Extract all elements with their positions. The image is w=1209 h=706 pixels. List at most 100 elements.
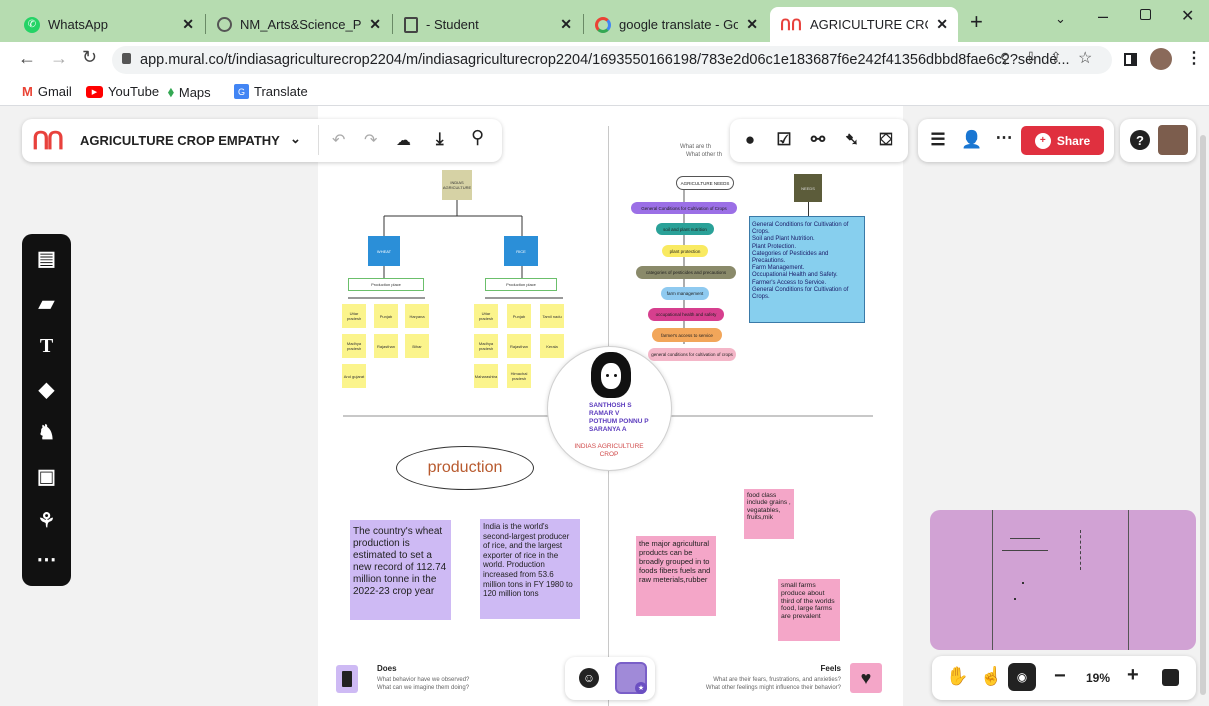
cloud-sync-icon[interactable]: ☁: [396, 131, 411, 149]
place-note[interactable]: Bihar: [405, 334, 429, 358]
user-avatar[interactable]: [1158, 125, 1188, 155]
needs-list-note[interactable]: General Conditions for Cultivation of Cr…: [749, 216, 865, 323]
diagram-icon[interactable]: ⚘: [22, 508, 71, 533]
production-place-right[interactable]: Production place: [485, 278, 557, 291]
zoom-out-button[interactable]: −: [1054, 665, 1066, 688]
url-bar[interactable]: app.mural.co/t/indiasagriculturecrop2204…: [112, 46, 1112, 74]
tab-student[interactable]: - Student ✕: [394, 7, 582, 42]
vertical-scrollbar[interactable]: [1200, 135, 1206, 695]
pointer-icon[interactable]: ☝: [980, 666, 1002, 687]
side-panel-icon[interactable]: [1124, 53, 1137, 66]
flow-step[interactable]: farmer's access to service: [652, 328, 722, 342]
close-tab-icon[interactable]: ✕: [369, 16, 381, 33]
search-icon[interactable]: ⚲: [471, 127, 484, 148]
place-note[interactable]: Himachal pradesh: [507, 364, 531, 388]
undo-icon[interactable]: ↶: [332, 130, 345, 150]
zoom-level[interactable]: 19%: [1086, 671, 1110, 685]
install-icon[interactable]: ⇩: [1025, 49, 1037, 66]
browser-menu-icon[interactable]: ⋮: [1186, 48, 1202, 68]
minimize-button[interactable]: –: [1098, 6, 1108, 27]
zoom-lens-icon[interactable]: ⚲: [1000, 50, 1010, 67]
image-icon[interactable]: ▣: [22, 464, 71, 489]
place-note[interactable]: Haryana: [405, 304, 429, 328]
privacy-icon[interactable]: ⛋: [874, 130, 898, 150]
export-icon[interactable]: ⤓: [436, 129, 444, 149]
redo-icon[interactable]: ↷: [364, 130, 377, 150]
place-note[interactable]: Uttar pradesh: [474, 304, 498, 328]
shapes-icon[interactable]: ◆: [22, 377, 71, 402]
tab-google-translate[interactable]: google translate - Googl ✕: [585, 7, 768, 42]
chevron-down-icon[interactable]: ⌄: [290, 131, 301, 147]
timer-icon[interactable]: ●: [738, 130, 762, 150]
back-button[interactable]: ←: [18, 48, 36, 69]
share-page-icon[interactable]: ⇪: [1050, 49, 1062, 66]
place-note[interactable]: Madhya pradesh: [342, 334, 366, 358]
rice-production-note[interactable]: India is the world's second-largest prod…: [480, 519, 580, 619]
restore-button[interactable]: [1140, 9, 1151, 20]
laser-icon[interactable]: ◉: [1008, 663, 1036, 691]
place-note[interactable]: Uttar pradesh: [342, 304, 366, 328]
more-icon[interactable]: ⋯: [992, 128, 1016, 148]
needs-node[interactable]: AGRICULTURE NEEDS: [676, 176, 734, 190]
share-button[interactable]: + Share: [1021, 126, 1104, 155]
place-note[interactable]: Kerala: [540, 334, 564, 358]
close-tab-icon[interactable]: ✕: [746, 16, 758, 33]
bookmark-maps[interactable]: ⬧ Maps: [168, 84, 211, 100]
sticky-note-icon[interactable]: ▰: [22, 291, 71, 316]
place-note[interactable]: Punjab: [374, 304, 398, 328]
bookmark-star-icon[interactable]: ☆: [1078, 48, 1092, 68]
close-window-button[interactable]: ✕: [1181, 6, 1194, 26]
more-icon[interactable]: ⋯: [22, 547, 71, 572]
tab-mural-active[interactable]: ՈՈ AGRICULTURE CROP EMI ✕: [770, 7, 958, 42]
flow-step[interactable]: plant protection: [662, 245, 708, 257]
production-place-left[interactable]: Production place: [348, 278, 424, 291]
facilitator-avatar[interactable]: ★: [615, 662, 647, 694]
wheat-note[interactable]: WHEAT: [368, 236, 400, 266]
outline-icon[interactable]: ▤: [22, 246, 71, 271]
small-farms-note[interactable]: small farms produce about third of the w…: [778, 579, 840, 641]
bookmark-gmail[interactable]: M Gmail: [22, 84, 72, 99]
production-oval[interactable]: production: [396, 446, 534, 490]
food-class-note[interactable]: food class include grains , vegatables, …: [744, 489, 794, 539]
tab-search-icon[interactable]: ⌄: [1055, 11, 1066, 27]
place-note[interactable]: Punjab: [507, 304, 531, 328]
profile-avatar[interactable]: [1150, 48, 1172, 70]
needs-dark-note[interactable]: NEEDS: [794, 174, 822, 202]
flow-step[interactable]: soil and plant nutrition: [656, 223, 714, 235]
reload-button[interactable]: ↻: [82, 47, 97, 68]
place-note[interactable]: Rajasthan: [374, 334, 398, 358]
place-note[interactable]: Rajasthan: [507, 334, 531, 358]
place-note[interactable]: And gujarat: [342, 364, 366, 388]
place-note[interactable]: Tamil nadu: [540, 304, 564, 328]
zoom-in-button[interactable]: +: [1127, 664, 1139, 687]
members-icon[interactable]: 👤: [960, 130, 984, 150]
help-icon[interactable]: ?: [1130, 130, 1150, 150]
place-note[interactable]: Madhya pradesh: [474, 334, 498, 358]
flow-step[interactable]: occupational health and safety: [648, 308, 724, 321]
flow-step[interactable]: categories of pesticides and precautions: [636, 266, 736, 279]
close-tab-icon[interactable]: ✕: [182, 16, 194, 33]
checkbox-icon[interactable]: ☑: [772, 130, 796, 150]
cursor-icon[interactable]: ➷: [840, 130, 864, 150]
flow-step[interactable]: general conditions for cultivation of cr…: [648, 348, 736, 361]
emoji-icon[interactable]: ☺: [579, 668, 599, 688]
rice-note[interactable]: RICE: [504, 236, 538, 266]
wheat-production-note[interactable]: The country's wheat production is estima…: [350, 520, 451, 620]
bookmark-translate[interactable]: G Translate: [234, 84, 308, 99]
flow-step[interactable]: farm management: [661, 287, 709, 300]
agri-products-note[interactable]: the major agricultural products can be b…: [636, 536, 716, 616]
mural-title[interactable]: AGRICULTURE CROP EMPATHY: [80, 133, 280, 148]
close-tab-icon[interactable]: ✕: [936, 16, 948, 33]
outline-icon[interactable]: ☰: [926, 130, 950, 150]
minimap-toggle-icon[interactable]: [1162, 669, 1179, 686]
bookmark-youtube[interactable]: ▶ YouTube: [86, 84, 159, 99]
minimap[interactable]: [930, 510, 1196, 650]
tab-whatsapp[interactable]: ✆ WhatsApp ✕: [14, 7, 204, 42]
hand-pan-icon[interactable]: ✋: [946, 666, 968, 687]
new-tab-button[interactable]: +: [970, 9, 983, 35]
place-note[interactable]: Maharashtra: [474, 364, 498, 388]
close-tab-icon[interactable]: ✕: [560, 16, 572, 33]
llama-icon[interactable]: ♞: [22, 420, 71, 445]
flow-step[interactable]: General Conditions for Cultivation of Cr…: [631, 202, 737, 214]
binoculars-icon[interactable]: ⚯: [806, 130, 830, 150]
